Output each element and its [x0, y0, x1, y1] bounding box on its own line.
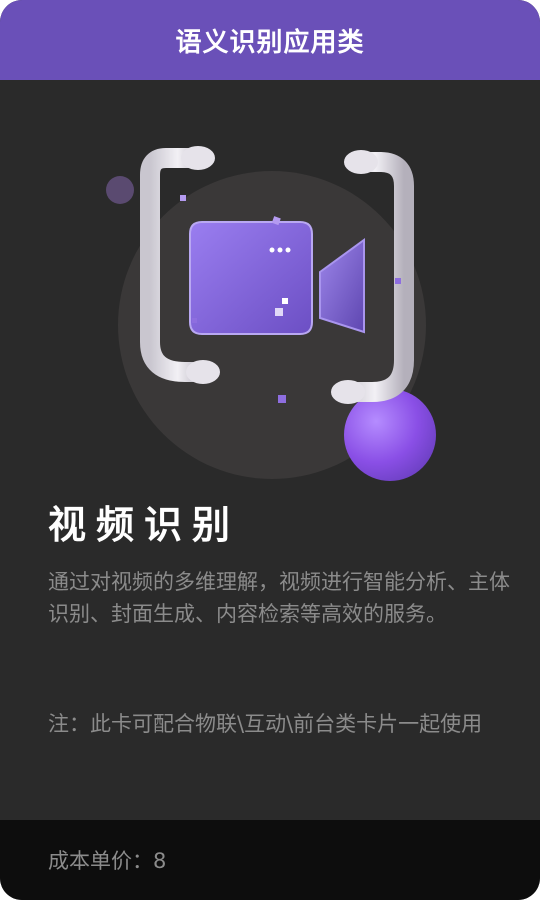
card-footer: 成本单价：8 — [0, 820, 540, 900]
cost-price: 成本单价：8 — [48, 845, 166, 875]
card-header: 语义识别应用类 — [0, 0, 540, 80]
card-title: 视频识别 — [48, 503, 241, 547]
feature-card: 语义识别应用类 视频识别 通过对视频的多维理解，视频进行智能分析、主体识别、封面… — [0, 0, 540, 900]
price-value: 8 — [153, 849, 167, 873]
category-title: 语义识别应用类 — [175, 27, 365, 58]
video-recognition-illustration — [106, 146, 436, 481]
card-note: 注：此卡可配合物联\互动\前台类卡片一起使用 — [48, 712, 483, 736]
small-orb — [106, 176, 134, 204]
card-description: 通过对视频的多维理解，视频进行智能分析、主体识别、封面生成、内容检索等高效的服务… — [48, 570, 510, 626]
price-label: 成本单价： — [48, 849, 153, 873]
purple-orb — [344, 389, 436, 481]
